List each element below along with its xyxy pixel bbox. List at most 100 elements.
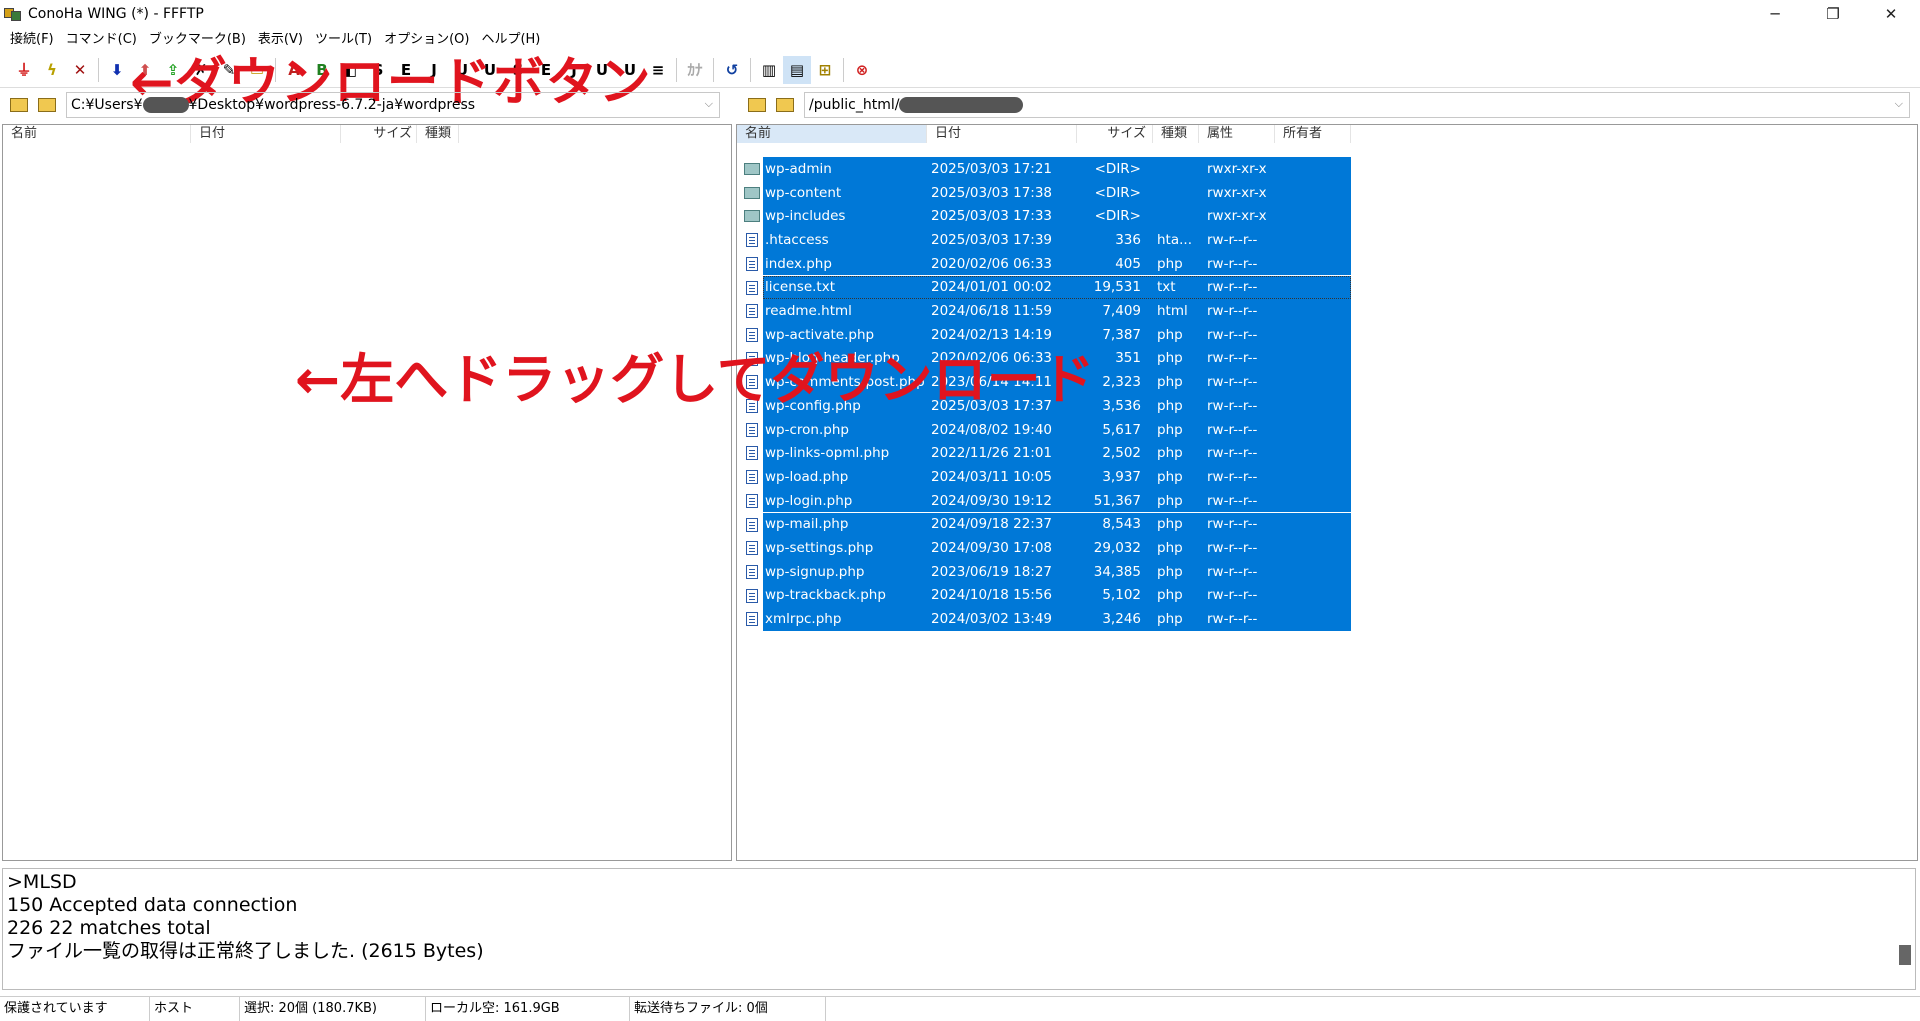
file-attr: rw-r--r--	[1207, 255, 1258, 272]
file-attr: rw-r--r--	[1207, 516, 1258, 533]
stop-icon[interactable]: ⊗	[848, 56, 876, 84]
table-row[interactable]: .htaccess 2025/03/03 17:39 336 hta... rw-r--…	[737, 228, 1351, 252]
file-type: php	[1157, 468, 1183, 485]
remote-col-date[interactable]: 日付	[927, 125, 1077, 143]
local-file-list[interactable]: 名前 日付 サイズ 種類	[2, 124, 732, 861]
file-type: php	[1157, 445, 1183, 462]
table-row[interactable]: wp-cron.php 2024/08/02 19:40 5,617 php rw-r-…	[737, 417, 1351, 442]
file-date: 2025/03/03 17:38	[931, 184, 1053, 201]
maximize-button[interactable]: ❐	[1804, 0, 1862, 28]
connect-icon[interactable]: ⏚	[10, 56, 38, 84]
file-icon	[746, 446, 758, 461]
table-row[interactable]: wp-links-opml.php 2022/11/26 21:01 2,502 ph…	[737, 441, 1351, 466]
status-security: 保護されています	[0, 996, 150, 1021]
remote-path-bar: /public_html/ ⌵	[742, 90, 1916, 120]
file-size: 5,617	[1102, 421, 1141, 438]
table-row[interactable]: wp-signup.php 2023/06/19 18:27 34,385 php rw…	[737, 559, 1351, 584]
file-size: 8,543	[1102, 516, 1141, 533]
file-type: php	[1157, 326, 1183, 343]
table-row[interactable]: wp-admin 2025/03/03 17:21 <DIR> rwxr-xr-x	[737, 157, 1351, 181]
file-name: wp-mail.php	[765, 516, 849, 533]
title-bar: ConoHa WING (*) - FFFTP ─ ❐ ✕	[0, 0, 1920, 28]
file-attr: rw-r--r--	[1207, 421, 1258, 438]
detail-view-icon[interactable]: ▤	[783, 55, 811, 84]
remote-col-attr[interactable]: 属性	[1199, 125, 1275, 143]
file-date: 2025/03/03 17:39	[931, 231, 1053, 248]
file-attr: rw-r--r--	[1207, 326, 1258, 343]
refresh-icon[interactable]: ↺	[718, 56, 746, 84]
file-icon	[746, 517, 758, 532]
local-open-folder-icon[interactable]	[34, 93, 60, 117]
list-view-icon[interactable]: ▥	[755, 56, 783, 84]
file-name: wp-trackback.php	[765, 587, 886, 604]
file-type: php	[1157, 587, 1183, 604]
log-scrollbar[interactable]	[1899, 945, 1911, 965]
table-row[interactable]: xmlrpc.php 2024/03/02 13:49 3,246 php rw-r--…	[737, 607, 1351, 631]
file-icon	[746, 256, 758, 271]
file-size: 7,409	[1102, 303, 1141, 320]
table-row[interactable]: index.php 2020/02/06 06:33 405 php rw-r--r--	[737, 251, 1351, 276]
file-date: 2025/03/03 17:33	[931, 208, 1053, 225]
file-icon	[746, 612, 758, 627]
file-attr: rw-r--r--	[1207, 587, 1258, 604]
file-type: php	[1157, 492, 1183, 509]
file-date: 2024/08/02 19:40	[931, 421, 1053, 438]
file-size: 51,367	[1093, 492, 1141, 509]
table-row[interactable]: wp-trackback.php 2024/10/18 15:56 5,102 php…	[737, 583, 1351, 608]
disconnect-icon[interactable]: ✕	[66, 56, 94, 84]
file-icon	[746, 470, 758, 485]
file-icon	[746, 233, 758, 248]
local-col-name[interactable]: 名前	[3, 125, 191, 143]
minimize-button[interactable]: ─	[1746, 0, 1804, 28]
table-row[interactable]: readme.html 2024/06/18 11:59 7,409 html rw-r…	[737, 299, 1351, 323]
local-col-type[interactable]: 種類	[417, 125, 459, 143]
file-attr: rwxr-xr-x	[1207, 160, 1267, 177]
file-date: 2024/10/18 15:56	[931, 587, 1053, 604]
status-queue: 転送待ちファイル: 0個	[630, 996, 826, 1021]
remote-parent-folder-icon[interactable]	[744, 93, 770, 117]
kana-convert-icon[interactable]: ｶﾅ	[681, 56, 709, 84]
file-size: <DIR>	[1094, 208, 1141, 225]
local-parent-folder-icon[interactable]	[6, 93, 32, 117]
file-attr: rw-r--r--	[1207, 445, 1258, 462]
status-bar: 保護されています ホスト 選択: 20個 (180.7KB) ローカル空: 16…	[0, 996, 1920, 1021]
file-attr: rw-r--r--	[1207, 492, 1258, 509]
local-col-date[interactable]: 日付	[191, 125, 341, 143]
local-col-size[interactable]: サイズ	[341, 125, 417, 143]
local-path-field[interactable]: C:¥Users¥ ¥Desktop¥wordpress-6.7.2-ja¥wo…	[66, 92, 720, 118]
table-row[interactable]: wp-mail.php 2024/09/18 22:37 8,543 php rw-r-…	[737, 512, 1351, 537]
download-icon[interactable]: ⬇	[103, 56, 131, 84]
file-size: 5,102	[1102, 587, 1141, 604]
table-row[interactable]: wp-settings.php 2024/09/30 17:08 29,032 php…	[737, 536, 1351, 560]
file-type: php	[1157, 374, 1183, 391]
remote-open-folder-icon[interactable]	[772, 93, 798, 117]
file-attr: rwxr-xr-x	[1207, 184, 1267, 201]
file-name: wp-login.php	[765, 492, 853, 509]
remote-col-owner[interactable]: 所有者	[1275, 125, 1351, 143]
remote-file-list[interactable]: 名前 日付 サイズ 種類 属性 所有者 wp-admin 2025/03/03 1…	[736, 124, 1918, 861]
table-row[interactable]: wp-load.php 2024/03/11 10:05 3,937 php rw-r-…	[737, 465, 1351, 489]
file-date: 2025/03/03 17:21	[931, 160, 1053, 177]
table-row[interactable]: license.txt 2024/01/01 00:02 19,531 txt rw-r…	[737, 275, 1351, 300]
chevron-down-icon[interactable]: ⌵	[705, 97, 713, 111]
remote-path-field[interactable]: /public_html/ ⌵	[804, 92, 1910, 118]
file-name: wp-includes	[765, 208, 846, 225]
remote-col-size[interactable]: サイズ	[1077, 125, 1153, 143]
local-path-suffix: ¥Desktop¥wordpress-6.7.2-ja¥wordpress	[188, 97, 476, 113]
remote-col-type[interactable]: 種類	[1153, 125, 1199, 143]
file-date: 2024/09/30 17:08	[931, 540, 1053, 557]
sync-icon[interactable]: ⊞	[811, 56, 839, 84]
file-type: php	[1157, 516, 1183, 533]
file-attr: rw-r--r--	[1207, 611, 1258, 628]
quick-connect-icon[interactable]: ϟ	[38, 56, 66, 84]
table-row[interactable]: wp-includes 2025/03/03 17:33 <DIR> rwxr-xr-…	[737, 204, 1351, 229]
menu-connect[interactable]: 接続(F)	[4, 28, 60, 52]
table-row[interactable]: wp-content 2025/03/03 17:38 <DIR> rwxr-xr-x	[737, 180, 1351, 205]
remote-col-name[interactable]: 名前	[737, 125, 927, 143]
close-button[interactable]: ✕	[1862, 0, 1920, 28]
chevron-down-icon[interactable]: ⌵	[1895, 97, 1903, 111]
file-size: 405	[1115, 255, 1141, 272]
file-size: 29,032	[1093, 540, 1141, 557]
log-panel[interactable]: >MLSD 150 Accepted data connection 226 2…	[2, 868, 1916, 990]
table-row[interactable]: wp-login.php 2024/09/30 19:12 51,367 php rw-…	[737, 488, 1351, 513]
